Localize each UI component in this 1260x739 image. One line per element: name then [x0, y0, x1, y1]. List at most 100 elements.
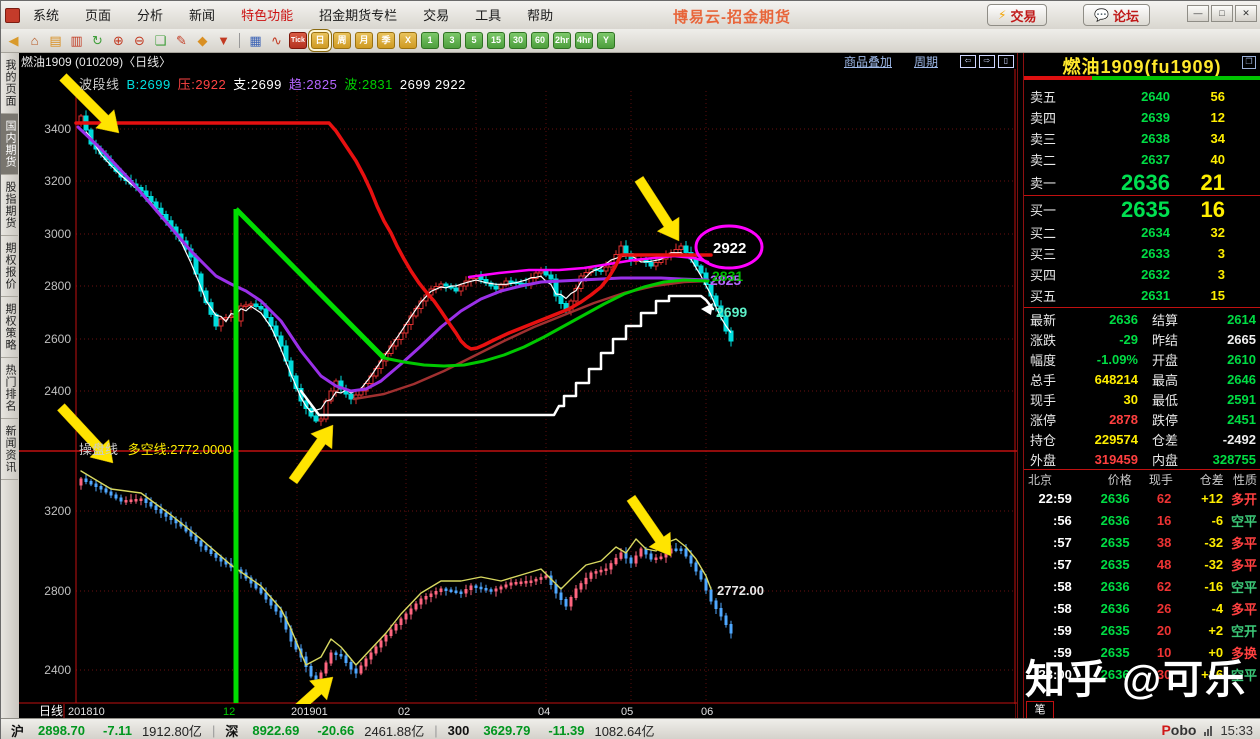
refresh-icon[interactable]: ↻	[89, 32, 106, 49]
sidebar-tab-股指期货[interactable]: 股指期货	[1, 175, 18, 236]
ask-row-卖三[interactable]: 卖三263834	[1024, 128, 1260, 149]
report-icon[interactable]: ▥	[68, 32, 85, 49]
page-right-icon[interactable]: ⇨	[979, 55, 995, 68]
stat-value: 2610	[1188, 352, 1260, 367]
maximize-button[interactable]: □	[1211, 5, 1233, 22]
filter-icon[interactable]: ▼	[215, 32, 232, 49]
tick-position-diff: -4	[1171, 601, 1223, 616]
layers-icon[interactable]: ❏	[152, 32, 169, 49]
sidebar-tabs: 我的页面国内期货股指期货期权报价期权策略热门排名新闻资讯	[1, 53, 20, 718]
notebook-icon[interactable]: ▤	[47, 32, 64, 49]
menu-item-新闻[interactable]: 新闻	[176, 2, 228, 29]
ask-row-卖二[interactable]: 卖二263740	[1024, 149, 1260, 170]
indicator-value: 支:2699	[233, 77, 282, 92]
ask-row-卖五[interactable]: 卖五264056	[1024, 86, 1260, 107]
period-button-日[interactable]: 日	[311, 32, 329, 49]
bid-volume: 15	[1170, 288, 1225, 303]
panel-window-icon[interactable]: ❐	[1242, 56, 1256, 69]
ask-row-卖一[interactable]: 卖一263621	[1024, 170, 1260, 195]
stat-value: 319459	[1066, 452, 1138, 467]
tick-time: 22:59	[1024, 491, 1072, 506]
period-button-4hr[interactable]: 4hr	[575, 32, 593, 49]
bid-row-买五[interactable]: 买五263115	[1024, 285, 1260, 306]
page-left-icon[interactable]: ⇦	[960, 55, 976, 68]
zoom-in-icon[interactable]: ⊕	[110, 32, 127, 49]
period-button-Y[interactable]: Y	[597, 32, 615, 49]
tick-volume: 62	[1130, 491, 1172, 506]
period-button-2hr[interactable]: 2hr	[553, 32, 571, 49]
period-tick-button[interactable]: Tick	[289, 32, 307, 49]
menu-item-工具[interactable]: 工具	[462, 2, 514, 29]
svg-text:3200: 3200	[44, 504, 71, 518]
pencil-icon[interactable]: ✎	[173, 32, 190, 49]
app-title: 博易云-招金期货	[673, 6, 791, 27]
stat-row: 涨跌-29昨结2665	[1024, 329, 1260, 349]
menu-item-招金期货专栏[interactable]: 招金期货专栏	[306, 2, 410, 29]
sidebar-tab-国内期货[interactable]: 国内期货	[1, 114, 18, 175]
menu-item-分析[interactable]: 分析	[124, 2, 176, 29]
sidebar-tab-新闻资讯[interactable]: 新闻资讯	[1, 419, 18, 480]
period-button-月[interactable]: 月	[355, 32, 373, 49]
indicator-value: 趋:2825	[289, 77, 338, 92]
stat-row: 现手30最低2591	[1024, 389, 1260, 409]
candlestick-chart[interactable]: 3400320030002800260024003200280024002922…	[19, 69, 1017, 718]
tick-nature: 空开	[1223, 621, 1260, 640]
period-button-3[interactable]: 3	[443, 32, 461, 49]
tick-row: :59263520+2空开	[1024, 619, 1260, 641]
bid-row-买四[interactable]: 买四26323	[1024, 264, 1260, 285]
stat-value: 2646	[1188, 372, 1260, 387]
home-icon[interactable]: ⌂	[26, 32, 43, 49]
period-button-X[interactable]: X	[399, 32, 417, 49]
minimize-button[interactable]: —	[1187, 5, 1209, 22]
svg-text:3200: 3200	[44, 174, 71, 188]
indicator-value: 波:2831	[344, 77, 393, 92]
zoom-out-icon[interactable]: ⊖	[131, 32, 148, 49]
sidebar-tab-期权策略[interactable]: 期权策略	[1, 297, 18, 358]
stat-label: 开盘	[1138, 350, 1188, 369]
trade-button[interactable]: ⚡ 交易	[987, 4, 1047, 26]
index-amount: 1082.64亿	[594, 721, 654, 739]
forum-button[interactable]: 💬 论坛	[1083, 4, 1150, 26]
stat-label: 涨停	[1024, 410, 1066, 429]
status-bar: 沪2898.70-7.111912.80亿|深8922.69-20.662461…	[1, 718, 1260, 739]
ask-label: 卖二	[1024, 150, 1082, 169]
bid-price: 2634	[1082, 225, 1170, 240]
period-button-60[interactable]: 60	[531, 32, 549, 49]
period-button-1[interactable]: 1	[421, 32, 439, 49]
chart-link-商品叠加[interactable]: 商品叠加	[844, 55, 892, 69]
table-icon[interactable]: ▦	[247, 32, 264, 49]
period-button-季[interactable]: 季	[377, 32, 395, 49]
window-split-icon[interactable]: ▯	[998, 55, 1014, 68]
tick-row: :57263538-32多平	[1024, 531, 1260, 553]
period-button-周[interactable]: 周	[333, 32, 351, 49]
ask-row-卖四[interactable]: 卖四263912	[1024, 107, 1260, 128]
horn-icon[interactable]: ◆	[194, 32, 211, 49]
bid-row-买三[interactable]: 买三26333	[1024, 243, 1260, 264]
back-icon[interactable]: ◀	[5, 32, 22, 49]
tick-price: 2635	[1072, 557, 1130, 572]
ask-volume: 12	[1170, 110, 1225, 125]
period-button-5[interactable]: 5	[465, 32, 483, 49]
tick-separator	[1024, 469, 1260, 470]
tick-price: 2635	[1072, 535, 1130, 550]
chart-icon[interactable]: ∿	[268, 32, 285, 49]
tick-col-价格: 价格	[1075, 471, 1132, 486]
sidebar-tab-我的页面[interactable]: 我的页面	[1, 53, 18, 114]
svg-text:04: 04	[538, 706, 550, 718]
svg-text:201810: 201810	[68, 706, 105, 718]
menu-item-系统[interactable]: 系统	[20, 2, 72, 29]
menu-item-交易[interactable]: 交易	[410, 2, 462, 29]
chart-link-周期[interactable]: 周期	[914, 55, 938, 69]
bid-volume: 3	[1170, 246, 1225, 261]
svg-text:2772.00: 2772.00	[717, 583, 764, 598]
period-button-30[interactable]: 30	[509, 32, 527, 49]
period-button-15[interactable]: 15	[487, 32, 505, 49]
sidebar-tab-期权报价[interactable]: 期权报价	[1, 236, 18, 297]
menu-item-特色功能[interactable]: 特色功能	[228, 2, 306, 29]
menu-item-帮助[interactable]: 帮助	[514, 2, 566, 29]
menu-item-页面[interactable]: 页面	[72, 2, 124, 29]
sidebar-tab-热门排名[interactable]: 热门排名	[1, 358, 18, 419]
bid-row-买一[interactable]: 买一263516	[1024, 197, 1260, 222]
bid-row-买二[interactable]: 买二263432	[1024, 222, 1260, 243]
close-button[interactable]: ✕	[1235, 5, 1257, 22]
